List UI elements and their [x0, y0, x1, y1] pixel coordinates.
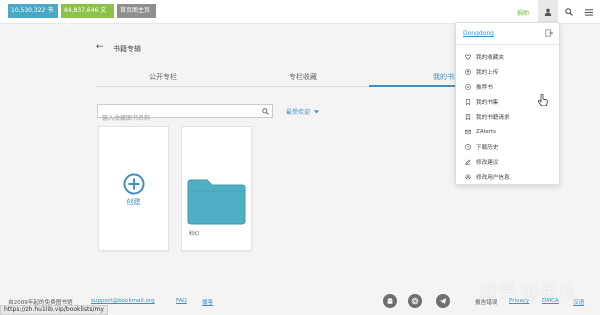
onion-icon: [411, 297, 419, 305]
telegram-icon: [439, 298, 447, 304]
upload-icon: [465, 68, 471, 75]
menu-icon: [585, 8, 593, 16]
create-booklist-card[interactable]: 创建: [98, 126, 169, 251]
heart-icon: [465, 54, 471, 60]
articles-count-badge[interactable]: 84,837,646 文章: [61, 4, 114, 28]
zhihu-watermark: 知乎 @呆瓜: [480, 282, 577, 302]
add-circle-icon: [123, 173, 145, 199]
top-bar: 10,530,322 书 84,837,646 文章 首页图主页 捐助: [0, 0, 600, 28]
browser-status-bar: https://zh.hu1lib.vip/booklists/my: [0, 305, 108, 315]
caret-down-icon: [313, 110, 319, 114]
tab-saved-booklists[interactable]: 专栏收藏: [243, 72, 363, 82]
menu-item-book-requests[interactable]: 我的书籍请求: [456, 109, 559, 124]
logout-icon[interactable]: [545, 29, 553, 37]
page-title: 书籍专辑: [113, 45, 141, 53]
menu-item-favorites[interactable]: 我的收藏夹: [456, 49, 559, 64]
donate-link[interactable]: 捐助: [517, 8, 529, 17]
search-icon: [565, 8, 573, 16]
history-icon: [465, 143, 471, 150]
menu-item-zalerts[interactable]: ZAlerts: [456, 124, 559, 139]
mail-icon: [465, 129, 471, 134]
edit-icon: [465, 158, 471, 165]
menu-item-label: 修改建议: [476, 159, 499, 166]
booklist-search-box: [97, 104, 273, 125]
menu-item-download-history[interactable]: 下载历史: [456, 139, 559, 154]
user-menu-button[interactable]: [538, 0, 558, 24]
menu-divider: [456, 44, 559, 45]
menu-item-label: 我的收藏夹: [476, 54, 504, 61]
hand-cursor-icon: [538, 94, 548, 106]
menu-item-suggestions[interactable]: 修改建议: [456, 154, 559, 169]
telegram-button[interactable]: [436, 294, 450, 308]
menu-item-edit-profile[interactable]: 修改用户信息: [456, 169, 559, 184]
user-icon: [544, 8, 552, 16]
bookmark-icon: [465, 98, 471, 105]
hamburger-menu-button[interactable]: [579, 0, 599, 24]
sort-label: 最受欢迎: [286, 109, 311, 116]
booklist-search-input[interactable]: [98, 112, 258, 125]
booklist-name: 科幻: [189, 231, 200, 237]
create-label: 创建: [126, 198, 141, 206]
blog-link[interactable]: 播客: [202, 298, 213, 306]
sort-dropdown[interactable]: 最受欢迎: [286, 107, 319, 116]
menu-item-label: ZAlerts: [476, 128, 497, 135]
menu-item-label: 我的书籍请求: [476, 114, 510, 121]
tor-link-button[interactable]: [408, 294, 422, 308]
menu-item-label: 推荐书: [476, 84, 493, 91]
request-icon: [465, 113, 471, 120]
home-badge[interactable]: 首页图主页: [117, 4, 156, 18]
support-email-link[interactable]: support@bookmail.org: [91, 298, 155, 304]
back-arrow-icon[interactable]: ←: [96, 42, 104, 52]
menu-item-label: 下载历史: [476, 144, 499, 151]
booklist-card[interactable]: 科幻: [181, 126, 252, 251]
recommend-icon: [465, 83, 471, 90]
search-icon: [261, 107, 269, 115]
android-app-button[interactable]: [383, 294, 397, 308]
username-link[interactable]: Dongdong: [463, 30, 494, 37]
menu-item-label: 我的书集: [476, 99, 499, 106]
android-icon: [387, 298, 393, 304]
booklist-search-button[interactable]: [260, 106, 270, 116]
faq-link[interactable]: FAQ: [176, 298, 187, 304]
menu-item-label: 修改用户信息: [476, 174, 510, 181]
folder-icon: [187, 179, 246, 225]
menu-item-label: 我的上传: [476, 69, 499, 76]
books-count-badge[interactable]: 10,530,322 书: [8, 4, 58, 18]
search-button[interactable]: [559, 0, 579, 24]
menu-item-recommended[interactable]: 推荐书: [456, 79, 559, 94]
tab-public-booklists[interactable]: 公开专栏: [103, 72, 223, 82]
menu-item-uploads[interactable]: 我的上传: [456, 64, 559, 79]
settings-icon: [465, 173, 471, 180]
user-menu-list: 我的收藏夹 我的上传 推荐书 我的书集 我的书籍请求 ZAlerts 下载历史: [456, 49, 559, 184]
